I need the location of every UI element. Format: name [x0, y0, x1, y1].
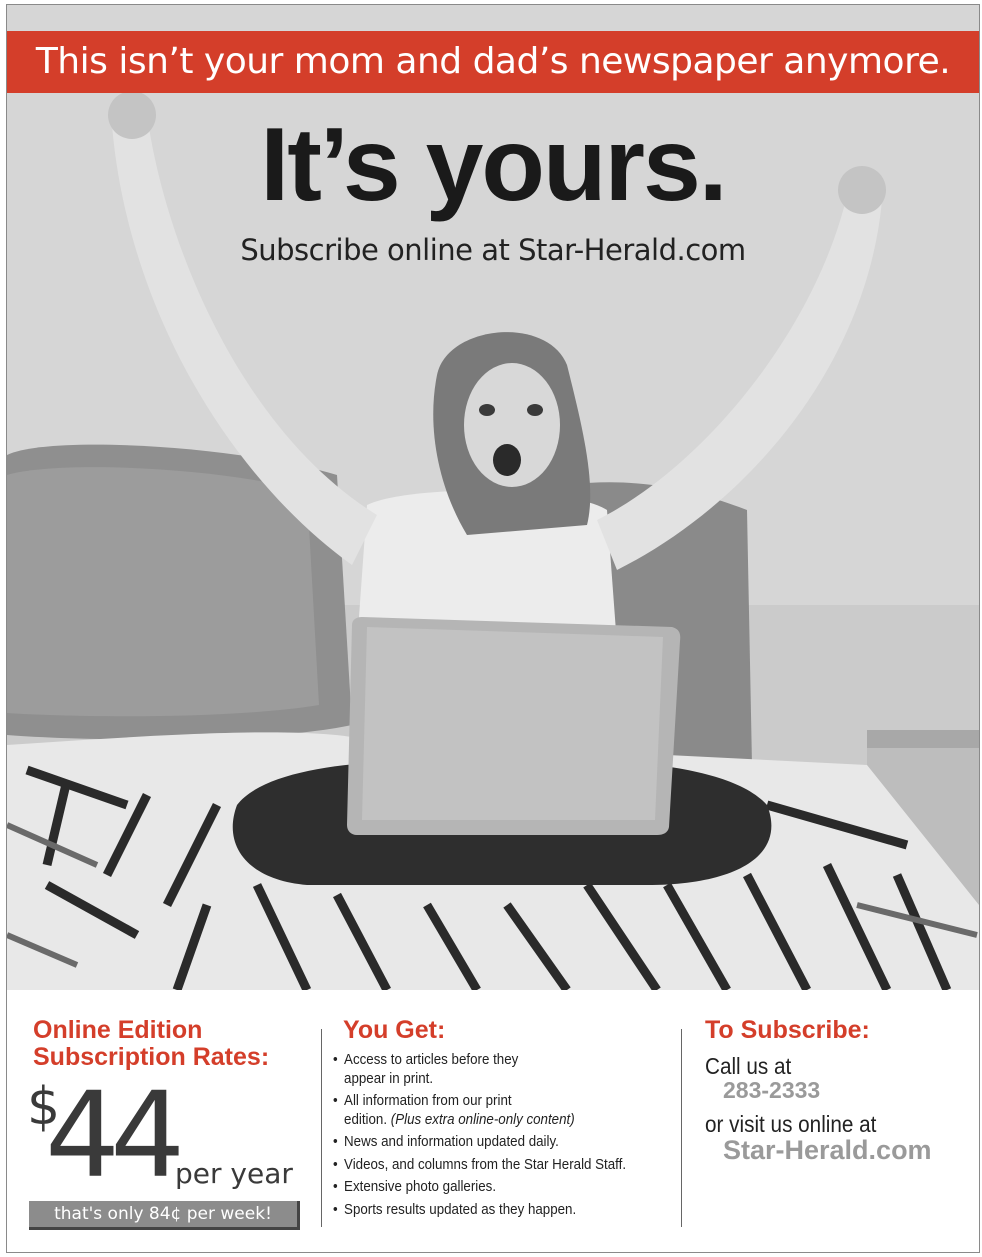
column-divider — [321, 1029, 322, 1227]
visit-label: or visit us online at — [705, 1111, 877, 1137]
call-label: Call us at — [705, 1053, 792, 1079]
newspaper-ad: This isn’t your mom and dad’s newspaper … — [6, 4, 980, 1253]
benefit-item: All information from our print edition. … — [333, 1092, 651, 1129]
phone-number[interactable]: 283-2333 — [723, 1077, 820, 1104]
benefits-list: Access to articles before they appear in… — [333, 1051, 679, 1223]
you-get-title: You Get: — [343, 1016, 446, 1044]
headline: It’s yours. — [260, 107, 727, 223]
rates-title: Online Edition Subscription Rates: — [33, 1017, 269, 1071]
benefit-item: Sports results updated as they happen. — [333, 1201, 651, 1220]
benefit-item: Access to articles before they appear in… — [333, 1051, 651, 1088]
benefit-item: News and information updated daily. — [333, 1133, 651, 1152]
subscribe-subline: Subscribe online at Star-Herald.com — [240, 233, 746, 267]
weekly-price-text: that's only 84¢ per week! — [54, 1204, 272, 1224]
website-link[interactable]: Star-Herald.com — [723, 1135, 932, 1166]
price-period: per year — [175, 1157, 293, 1190]
column-divider — [681, 1029, 682, 1227]
tagline-text: This isn’t your mom and dad’s newspaper … — [35, 41, 951, 82]
benefit-item: Videos, and columns from the Star Herald… — [333, 1156, 651, 1175]
price-value: 44 — [45, 1066, 185, 1204]
benefit-item: Extensive photo galleries. — [333, 1178, 651, 1197]
subscribe-title: To Subscribe: — [705, 1016, 870, 1044]
rates-title-line1: Online Edition — [33, 1016, 203, 1044]
